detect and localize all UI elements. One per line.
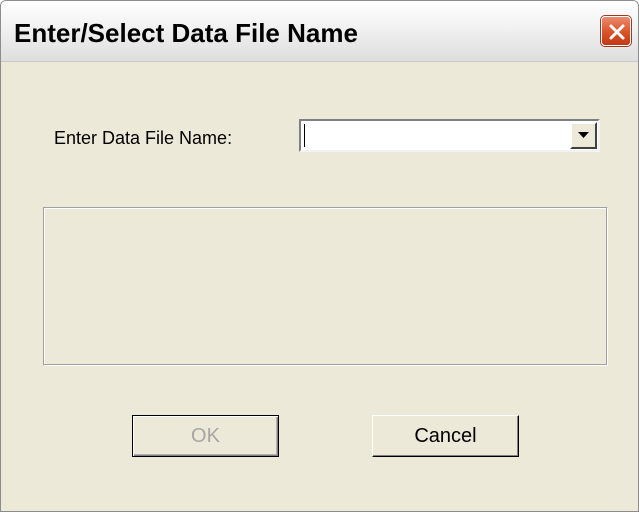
dialog-title: Enter/Select Data File Name [14, 18, 358, 48]
cancel-button[interactable]: Cancel [372, 415, 519, 457]
file-name-label: Enter Data File Name: [54, 128, 233, 148]
file-name-combobox[interactable] [299, 119, 600, 152]
close-button[interactable] [601, 16, 631, 46]
dialog-body: Enter Data File Name: OK Cancel [1, 62, 638, 511]
file-name-input[interactable] [304, 124, 569, 147]
title-bar[interactable]: Enter/Select Data File Name [1, 1, 638, 62]
close-icon [609, 24, 625, 40]
chevron-down-icon [578, 132, 589, 138]
ok-button[interactable]: OK [132, 415, 279, 457]
dialog-window: Enter/Select Data File Name Enter Data F… [0, 0, 639, 512]
file-info-panel [43, 207, 608, 366]
file-name-dropdown-button[interactable] [570, 122, 597, 149]
